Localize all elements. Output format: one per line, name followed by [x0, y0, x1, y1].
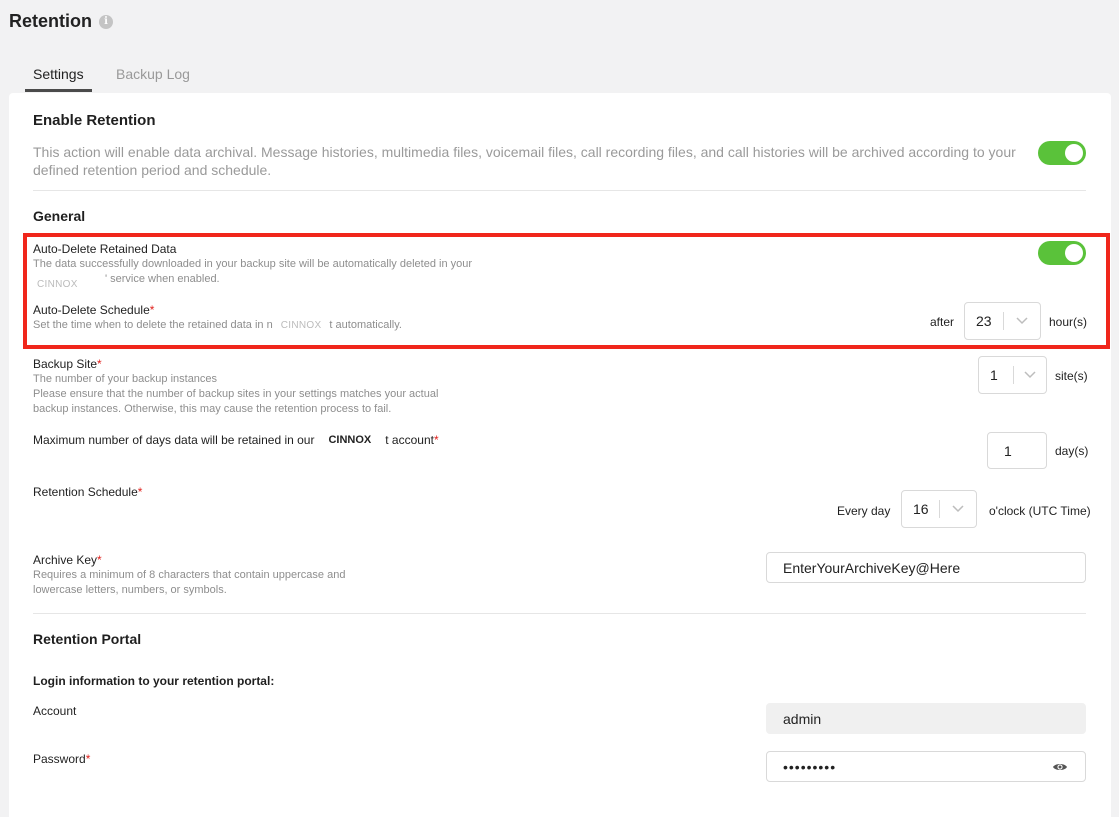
- divider: [33, 190, 1086, 191]
- account-input: admin: [766, 703, 1086, 734]
- enable-retention-desc-line1: This action will enable data archival. M…: [33, 144, 1016, 160]
- archive-key-desc: Requires a minimum of 8 characters that …: [33, 568, 345, 598]
- backup-site-label-text: Backup Site: [33, 357, 98, 371]
- page-title-row: Retention i: [9, 11, 113, 32]
- password-label: Password*: [33, 752, 90, 766]
- required-mark: *: [137, 485, 143, 499]
- page-title: Retention: [9, 11, 92, 31]
- toggle-knob: [1065, 144, 1083, 162]
- sites-unit: site(s): [1055, 369, 1088, 383]
- active-tab-indicator: [25, 89, 92, 92]
- password-label-text: Password: [33, 752, 86, 766]
- highlight-box: [23, 233, 1110, 349]
- backup-site-label: Backup Site*: [33, 357, 102, 371]
- backup-site-desc-line2: Please ensure that the number of backup …: [33, 388, 439, 400]
- archive-key-desc-line1: Requires a minimum of 8 characters that …: [33, 569, 346, 581]
- backup-site-desc-line3: backup instances. Otherwise, this may ca…: [33, 403, 392, 415]
- required-mark: *: [85, 752, 91, 766]
- password-input[interactable]: •••••••••: [766, 751, 1086, 782]
- max-days-label: Maximum number of days data will be reta…: [33, 433, 439, 447]
- backup-site-desc-line1: The number of your backup instances: [33, 373, 218, 385]
- login-info-heading: Login information to your retention port…: [33, 674, 275, 688]
- chevron-down-icon: [940, 505, 976, 513]
- backup-site-value: 1: [990, 367, 998, 383]
- retention-hour-select[interactable]: 16: [901, 490, 977, 528]
- enable-retention-desc-line2: defined retention period and schedule.: [33, 162, 272, 178]
- required-mark: *: [97, 553, 102, 567]
- retention-schedule-label-text: Retention Schedule: [33, 485, 138, 499]
- account-label: Account: [33, 704, 77, 718]
- enable-retention-description: This action will enable data archival. M…: [33, 143, 1023, 179]
- backup-site-desc: The number of your backup instances Plea…: [33, 372, 438, 417]
- archive-key-input[interactable]: EnterYourArchiveKey@Here: [766, 552, 1086, 583]
- retention-portal-title: Retention Portal: [33, 631, 142, 647]
- general-title: General: [33, 208, 86, 224]
- tab-settings[interactable]: Settings: [33, 66, 84, 82]
- retention-schedule-label: Retention Schedule*: [33, 485, 142, 499]
- chevron-down-icon: [1014, 371, 1046, 379]
- eye-icon[interactable]: [1052, 759, 1068, 775]
- password-value: •••••••••: [783, 758, 837, 775]
- max-days-label-suffix: t account: [385, 433, 434, 447]
- every-day-label: Every day: [837, 504, 891, 518]
- archive-key-label-text: Archive Key: [33, 553, 98, 567]
- tab-backup-log[interactable]: Backup Log: [116, 66, 190, 82]
- enable-retention-toggle[interactable]: [1038, 141, 1086, 165]
- required-mark: *: [97, 357, 102, 371]
- enable-retention-title: Enable Retention: [33, 112, 156, 129]
- archive-key-desc-line2: lowercase letters, numbers, or symbols.: [33, 584, 227, 596]
- backup-site-select[interactable]: 1: [978, 356, 1047, 394]
- archive-key-label: Archive Key*: [33, 553, 102, 567]
- retention-hour-value: 16: [913, 501, 929, 517]
- divider: [33, 613, 1086, 614]
- days-unit: day(s): [1055, 444, 1089, 458]
- oclock-unit: o'clock (UTC Time): [989, 504, 1091, 518]
- info-icon[interactable]: i: [99, 14, 113, 29]
- brand-logo: CINNOX: [328, 434, 372, 446]
- max-days-label-prefix: Maximum number of days data will be reta…: [33, 433, 315, 447]
- required-mark: *: [433, 433, 439, 447]
- max-days-input[interactable]: 1: [987, 432, 1047, 469]
